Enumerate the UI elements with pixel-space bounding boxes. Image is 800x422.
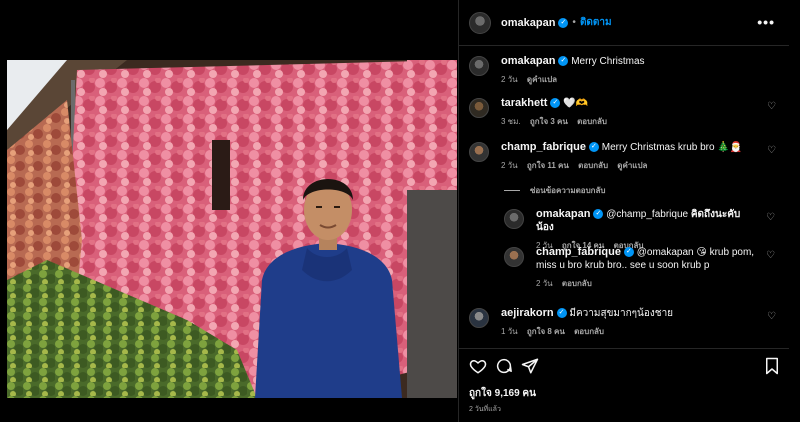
comment-username[interactable]: tarakhett — [501, 97, 547, 109]
reply-username[interactable]: champ_fabrique — [536, 246, 621, 258]
post-header: omakapan ✓ • ติดตาม ••• — [459, 0, 789, 46]
verified-badge-icon: ✓ — [623, 247, 634, 258]
comment-likes[interactable]: ถูกใจ 11 คน — [527, 161, 569, 170]
comment-text: 🤍🫶 — [563, 98, 589, 109]
bookmark-icon[interactable] — [763, 357, 781, 375]
comment-username[interactable]: champ_fabrique — [501, 141, 586, 153]
hide-replies-button[interactable]: ซ่อนข้อความตอบกลับ — [504, 184, 606, 197]
comment-time[interactable]: 3 ชม. — [501, 117, 521, 126]
reply-button[interactable]: ตอบกลับ — [562, 279, 592, 288]
comment-time[interactable]: 1 วัน — [501, 327, 518, 336]
post-time[interactable]: 2 วันที่แล้ว — [469, 404, 501, 415]
heart-icon[interactable]: ♡ — [767, 101, 777, 112]
verified-badge-icon: ✓ — [550, 98, 561, 109]
likes-count[interactable]: ถูกใจ 9,169 คน — [469, 386, 536, 401]
comment-text: มีความสุขมากๆน้องชาย — [569, 308, 674, 319]
reply-button[interactable]: ตอบกลับ — [578, 161, 608, 170]
comment-username[interactable]: aejirakorn — [501, 307, 554, 319]
reply-avatar[interactable] — [504, 247, 524, 267]
comment-icon[interactable] — [495, 357, 513, 375]
comment-avatar[interactable] — [469, 308, 489, 328]
author-username[interactable]: omakapan — [501, 17, 555, 29]
share-icon[interactable] — [521, 357, 539, 375]
comment-likes[interactable]: ถูกใจ 3 คน — [530, 117, 568, 126]
heart-icon[interactable] — [469, 357, 487, 375]
comment-likes[interactable]: ถูกใจ 8 คน — [527, 327, 565, 336]
caption-text: Merry Christmas — [571, 56, 645, 67]
caption-avatar[interactable] — [469, 56, 489, 76]
post-photo[interactable] — [7, 60, 457, 398]
caption-username[interactable]: omakapan — [501, 55, 555, 67]
hide-replies-label: ซ่อนข้อความตอบกลับ — [530, 186, 606, 195]
follow-button[interactable]: ติดตาม — [580, 15, 612, 30]
more-icon[interactable]: ••• — [757, 14, 775, 30]
comment-champ-fabrique: champ_fabrique ✓ Merry Christmas krub bro… — [469, 141, 787, 172]
reply-time[interactable]: 2 วัน — [536, 279, 553, 288]
post-details-panel: omakapan ✓ • ติดตาม ••• omakapan ✓ Merry … — [458, 0, 789, 422]
comment-avatar[interactable] — [469, 98, 489, 118]
reply-champ-fabrique: champ_fabrique ✓ @omakapan 😘 krub pom, mi… — [504, 246, 786, 290]
verified-badge-icon: ✓ — [558, 17, 569, 28]
heart-icon[interactable]: ♡ — [767, 145, 777, 156]
reply-mention[interactable]: @champ_fabrique — [606, 209, 688, 220]
heart-icon[interactable]: ♡ — [766, 250, 776, 261]
author-avatar[interactable] — [469, 11, 491, 34]
comment-tarakhett: tarakhett ✓ 🤍🫶 3 ชม. ถูกใจ 3 คน ตอบกลับ ♡ — [469, 97, 787, 128]
caption: omakapan ✓ Merry Christmas 2 วัน ดูคำแปล — [469, 55, 787, 86]
reply-button[interactable]: ตอบกลับ — [577, 117, 607, 126]
verified-badge-icon: ✓ — [556, 308, 567, 319]
heart-icon[interactable]: ♡ — [767, 311, 777, 322]
comment-aejirakorn: aejirakorn ✓ มีความสุขมากๆน้องชาย 1 วัน ถ… — [469, 307, 787, 338]
heart-icon[interactable]: ♡ — [766, 212, 776, 223]
separator-dot: • — [572, 17, 576, 28]
comment-avatar[interactable] — [469, 142, 489, 162]
reply-button[interactable]: ตอบกลับ — [574, 327, 604, 336]
verified-badge-icon: ✓ — [588, 142, 599, 153]
divider-line — [504, 190, 520, 191]
caption-time[interactable]: 2 วัน — [501, 75, 518, 84]
action-bar: ถูกใจ 9,169 คน 2 วันที่แล้ว — [459, 348, 789, 422]
verified-badge-icon: ✓ — [558, 56, 569, 67]
comment-text: Merry Christmas krub bro 🎄🎅 — [601, 142, 743, 153]
verified-badge-icon: ✓ — [593, 209, 604, 220]
comment-time[interactable]: 2 วัน — [501, 161, 518, 170]
see-translation-link[interactable]: ดูคำแปล — [527, 75, 557, 84]
reply-avatar[interactable] — [504, 209, 524, 229]
reply-username[interactable]: omakapan — [536, 208, 590, 220]
post-photo-image — [7, 60, 457, 398]
reply-mention[interactable]: @omakapan — [637, 247, 694, 258]
see-translation-link[interactable]: ดูคำแปล — [617, 161, 647, 170]
